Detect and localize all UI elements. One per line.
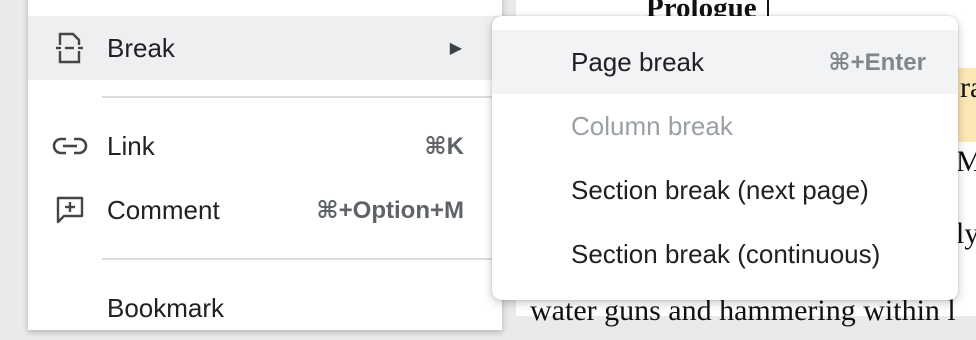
add-comment-icon (52, 192, 88, 228)
menu-item-shortcut: ⌘+Option+M (316, 196, 464, 224)
link-icon (52, 128, 88, 164)
menu-item-label: Comment (107, 194, 220, 225)
menu-item-shortcut: ⌘K (424, 132, 464, 160)
menu-item-comment[interactable]: Comment ⌘+Option+M (28, 178, 502, 242)
submenu-item-page-break[interactable]: Page break ⌘+Enter (492, 30, 958, 94)
submenu-item-label: Column break (571, 110, 733, 141)
menu-item-label: Break (107, 32, 175, 63)
highlighted-text-fragment: ra (956, 68, 976, 142)
submenu-item-shortcut: ⌘+Enter (828, 48, 926, 76)
menu-item-label: Link (107, 130, 155, 161)
menu-divider (102, 258, 502, 260)
submenu-item-section-break-continuous[interactable]: Section break (continuous) (492, 222, 958, 286)
submenu-item-label: Section break (continuous) (571, 238, 881, 269)
page-break-icon (52, 30, 88, 66)
menu-divider (102, 96, 502, 98)
submenu-item-label: Page break (571, 46, 704, 77)
insert-menu: Break ▶ Link ⌘K Comment ⌘+Option+M Bookm… (28, 0, 502, 330)
submenu-arrow-icon: ▶ (449, 40, 462, 57)
menu-item-break[interactable]: Break ▶ (28, 16, 502, 80)
break-submenu: Page break ⌘+Enter Column break Section … (492, 16, 958, 300)
menu-item-link[interactable]: Link ⌘K (28, 114, 502, 178)
menu-item-bookmark[interactable]: Bookmark (28, 276, 502, 340)
text-fragment: ly (956, 217, 976, 250)
menu-item-label: Bookmark (107, 292, 225, 323)
text-fragment: M (956, 145, 976, 178)
submenu-item-label: Section break (next page) (571, 174, 869, 205)
submenu-item-section-break-next-page[interactable]: Section break (next page) (492, 158, 958, 222)
submenu-item-column-break: Column break (492, 94, 958, 158)
